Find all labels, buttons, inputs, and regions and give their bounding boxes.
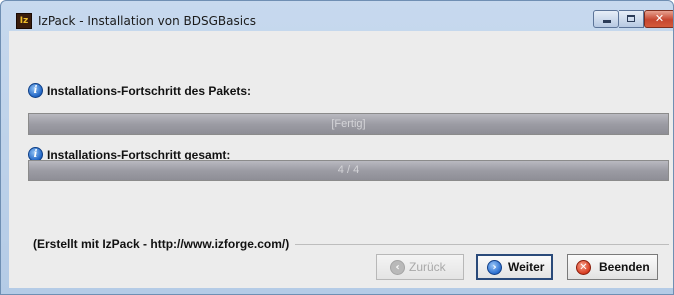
back-button[interactable]: ‹ Zurück <box>376 254 464 280</box>
title-bar[interactable]: Iz IzPack - Installation von BDSGBasics … <box>1 1 673 31</box>
quit-button-label: Beenden <box>599 260 650 274</box>
installer-panel: i Installations-Fortschritt des Pakets: … <box>9 31 673 288</box>
close-icon: ✕ <box>654 12 665 25</box>
quit-icon: ✕ <box>576 260 591 275</box>
quit-button[interactable]: ✕ Beenden <box>567 254 658 280</box>
overall-progress-bar: 4 / 4 <box>28 160 669 181</box>
minimize-button[interactable] <box>593 10 619 28</box>
maximize-button[interactable] <box>619 10 644 28</box>
next-button-label: Weiter <box>508 260 545 274</box>
installer-window: Iz IzPack - Installation von BDSGBasics … <box>0 0 674 295</box>
back-button-label: Zurück <box>409 260 446 274</box>
next-button[interactable]: › Weiter <box>476 254 553 280</box>
window-title: IzPack - Installation von BDSGBasics <box>38 14 256 28</box>
maximize-icon <box>627 15 635 22</box>
izpack-app-icon: Iz <box>16 13 32 29</box>
overall-progress-text: 4 / 4 <box>337 164 360 176</box>
back-arrow-icon: ‹ <box>390 260 405 275</box>
izpack-credit: (Erstellt mit IzPack - http://www.izforg… <box>33 237 296 251</box>
package-progress-bar: [Fertig] <box>28 113 669 135</box>
package-progress-text: [Fertig] <box>331 118 366 130</box>
next-arrow-icon: › <box>487 260 502 275</box>
close-button[interactable]: ✕ <box>644 10 673 28</box>
minimize-icon <box>603 20 611 23</box>
info-icon: i <box>28 83 43 98</box>
package-progress-label: Installations-Fortschritt des Pakets: <box>47 84 252 98</box>
